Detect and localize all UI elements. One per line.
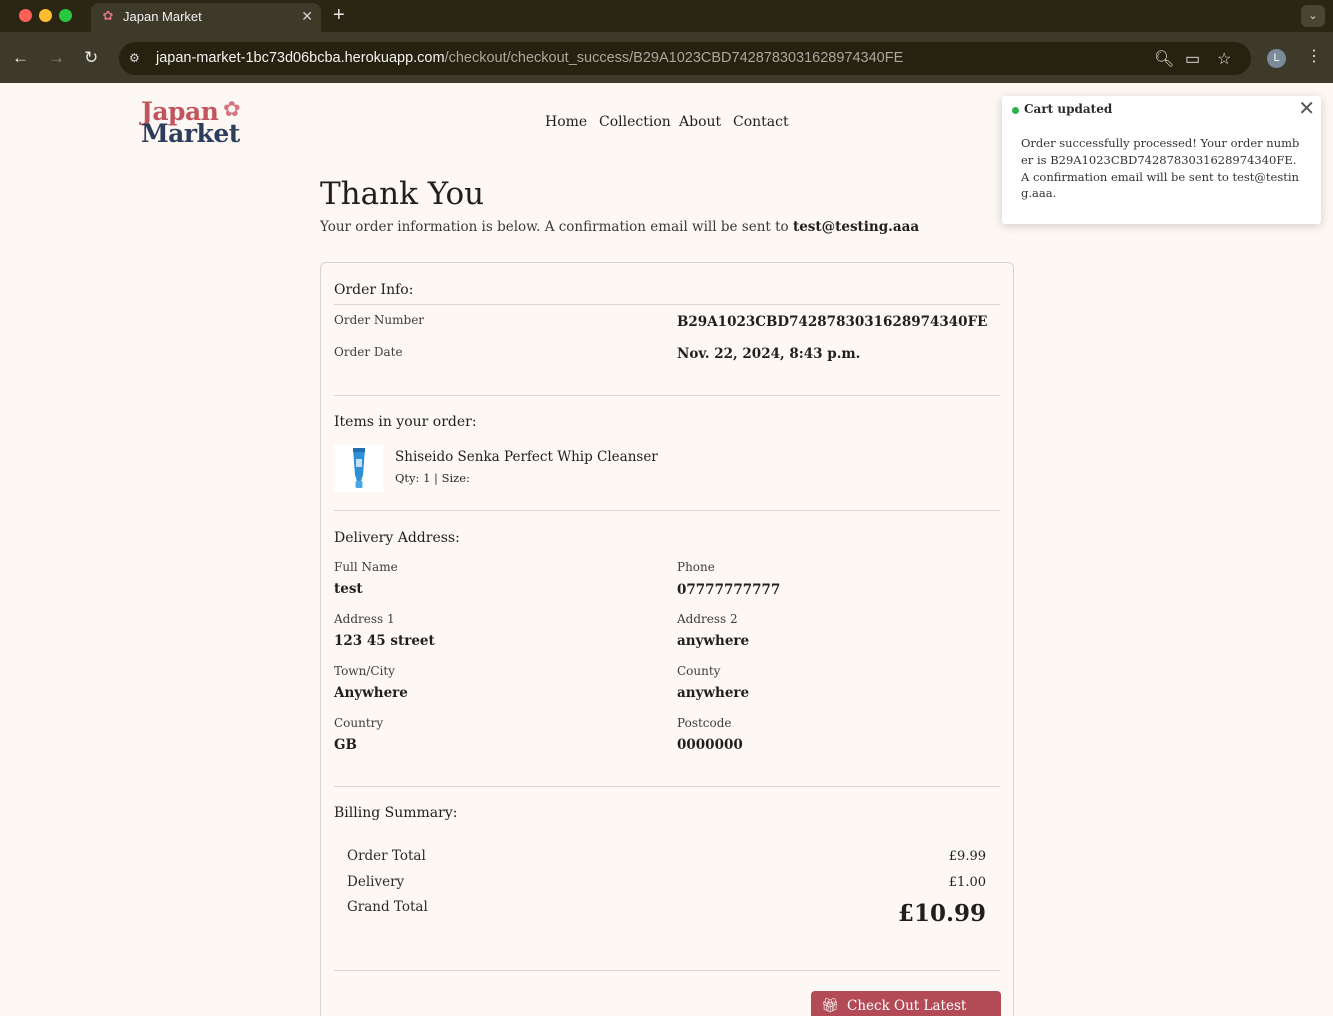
window-close-button[interactable]: [19, 9, 32, 22]
check-out-latest-deals-button[interactable]: 🎁︎ Check Out Latest Deals: [811, 991, 1001, 1016]
address2-label: Address 2: [677, 612, 738, 626]
new-tab-button[interactable]: +: [333, 4, 345, 27]
nav-link-home[interactable]: Home: [545, 114, 587, 130]
forward-arrow-icon[interactable]: →: [48, 48, 65, 68]
divider: [334, 510, 1000, 511]
profile-avatar[interactable]: L: [1267, 49, 1286, 68]
address2-value: anywhere: [677, 633, 750, 649]
toast-title: Cart updated: [1024, 102, 1113, 116]
order-date-value: Nov. 22, 2024, 8:43 p.m.: [677, 346, 861, 362]
town-label: Town/City: [334, 664, 395, 678]
grand-total-value: £10.99: [897, 900, 986, 927]
window-zoom-button[interactable]: [59, 9, 72, 22]
product-qty-size: Qty: 1 | Size:: [395, 471, 470, 485]
county-value: anywhere: [677, 685, 750, 701]
payment-card-icon[interactable]: ▭: [1185, 49, 1200, 69]
divider: [334, 786, 1000, 787]
tab-close-icon[interactable]: ✕: [301, 8, 313, 25]
tab-favicon-icon: ✿: [102, 9, 114, 24]
order-date-label: Order Date: [334, 345, 403, 359]
county-label: County: [677, 664, 721, 678]
browser-tab-strip: ✿ Japan Market ✕ + ⌄: [0, 0, 1333, 32]
items-heading: Items in your order:: [334, 414, 477, 430]
order-info-heading: Order Info:: [334, 282, 414, 298]
intro-text: Your order information is below. A confi…: [320, 219, 920, 235]
toast-close-icon[interactable]: ✕: [1298, 98, 1315, 120]
address1-value: 123 45 street: [334, 633, 435, 649]
country-value: GB: [334, 737, 357, 753]
postcode-label: Postcode: [677, 716, 732, 730]
toast-message: Order successfully processed! Your order…: [1021, 136, 1300, 201]
divider: [334, 304, 1000, 305]
billing-heading: Billing Summary:: [334, 805, 458, 821]
delivery-heading: Delivery Address:: [334, 530, 460, 546]
browser-tab[interactable]: ✿ Japan Market ✕: [91, 3, 321, 32]
divider: [334, 395, 1000, 396]
browser-menu-icon[interactable]: ⋮: [1306, 46, 1322, 68]
bookmark-star-icon[interactable]: ☆: [1217, 49, 1231, 69]
nav-link-collection[interactable]: Collection: [599, 114, 671, 130]
deals-button-label: Check Out Latest Deals: [847, 998, 967, 1014]
back-arrow-icon[interactable]: ←: [12, 48, 29, 68]
customer-email: test@testing.aaa: [792, 219, 920, 235]
address1-label: Address 1: [334, 612, 395, 626]
site-logo[interactable]: Japan ✿ Market: [141, 97, 251, 148]
page-title: Thank You: [320, 176, 485, 212]
order-summary-card: Order Info: Order Number B29A1023CBD7428…: [320, 262, 1014, 1016]
delivery-cost-label: Delivery: [347, 874, 405, 890]
reload-icon[interactable]: ↻: [84, 48, 98, 68]
address-bar[interactable]: ⚙ japan-market-1bc73d06bcba.herokuapp.co…: [119, 42, 1251, 75]
tab-search-button[interactable]: ⌄: [1301, 5, 1325, 27]
order-total-label: Order Total: [347, 848, 426, 864]
nav-link-contact[interactable]: Contact: [733, 114, 789, 130]
site-info-icon[interactable]: ⚙: [129, 50, 145, 66]
full-name-value: test: [334, 581, 363, 597]
zoom-icon[interactable]: 🔍︎: [1154, 49, 1174, 69]
product-name: Shiseido Senka Perfect Whip Cleanser: [395, 449, 658, 465]
cart-updated-toast: Cart updated ✕ Order successfully proces…: [1002, 96, 1321, 224]
grand-total-label: Grand Total: [347, 899, 428, 915]
nav-link-about[interactable]: About: [679, 114, 721, 130]
divider: [334, 970, 1000, 971]
sakura-flower-icon: ✿: [223, 97, 241, 121]
browser-toolbar: ← → ↻ ⚙ japan-market-1bc73d06bcba.heroku…: [0, 32, 1333, 83]
order-total-value: £9.99: [948, 849, 986, 864]
phone-label: Phone: [677, 560, 715, 574]
country-label: Country: [334, 716, 384, 730]
product-thumbnail: [334, 445, 383, 492]
full-name-label: Full Name: [334, 560, 398, 574]
logo-text-market: Market: [141, 119, 240, 148]
order-number-label: Order Number: [334, 313, 425, 327]
success-status-dot: [1012, 107, 1019, 114]
window-minimize-button[interactable]: [39, 9, 52, 22]
url-text[interactable]: japan-market-1bc73d06bcba.herokuapp.com/…: [156, 50, 903, 66]
postcode-value: 0000000: [677, 737, 743, 753]
gift-icon: 🎁︎: [821, 998, 839, 1014]
order-number-value: B29A1023CBD7428783031628974340FE: [677, 314, 988, 330]
phone-value: 07777777777: [677, 582, 781, 598]
town-value: Anywhere: [334, 685, 408, 701]
delivery-cost-value: £1.00: [948, 875, 986, 890]
tab-title: Japan Market: [123, 9, 202, 24]
